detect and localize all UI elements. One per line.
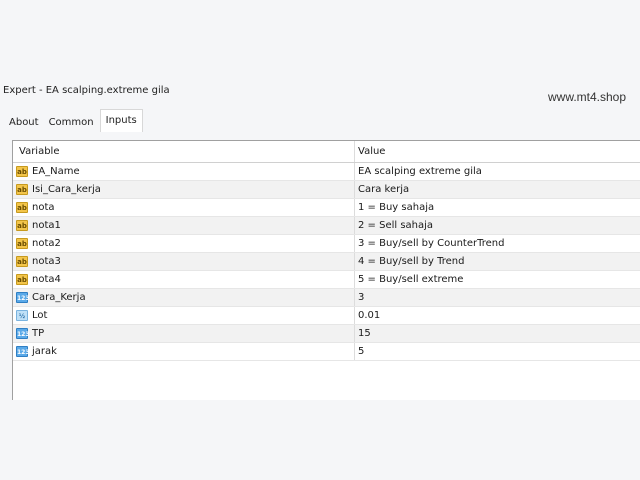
value-cell[interactable]: 5: [354, 343, 640, 360]
value-cell[interactable]: 3: [354, 289, 640, 306]
table-row[interactable]: 123 TP 15: [13, 325, 640, 343]
variable-name: nota3: [32, 256, 61, 267]
variable-name: nota: [32, 202, 55, 213]
text-type-icon: ab: [16, 220, 28, 231]
double-type-icon: ½: [16, 310, 28, 321]
integer-type-icon: 123: [16, 328, 30, 339]
column-header-value[interactable]: Value: [354, 141, 640, 162]
inputs-table: Variable Value ab EA_Name EA scalping ext…: [13, 141, 640, 361]
table-row[interactable]: ab nota1 2 = Sell sahaja: [13, 217, 640, 235]
tab-inputs[interactable]: Inputs: [99, 109, 143, 132]
text-type-icon: ab: [16, 166, 28, 177]
window-title: Expert - EA scalping.extreme gila: [3, 85, 170, 96]
value-cell[interactable]: 5 = Buy/sell extreme: [354, 271, 640, 288]
table-row[interactable]: 123 jarak 5: [13, 343, 640, 361]
variable-name: TP: [32, 328, 45, 339]
table-row[interactable]: ab Isi_Cara_kerja Cara kerja: [13, 181, 640, 199]
variable-name: Isi_Cara_kerja: [32, 184, 101, 195]
table-header: Variable Value: [13, 141, 640, 163]
variable-name: nota4: [32, 274, 61, 285]
variable-name: jarak: [32, 346, 57, 357]
variable-name: EA_Name: [32, 166, 80, 177]
text-type-icon: ab: [16, 184, 28, 195]
value-cell[interactable]: EA scalping extreme gila: [354, 163, 640, 180]
tab-about[interactable]: About: [4, 113, 44, 132]
integer-type-icon: 123: [16, 346, 30, 357]
variable-name: nota2: [32, 238, 61, 249]
value-cell[interactable]: 15: [354, 325, 640, 342]
table-row[interactable]: ab nota3 4 = Buy/sell by Trend: [13, 253, 640, 271]
text-type-icon: ab: [16, 202, 28, 213]
tab-common[interactable]: Common: [44, 113, 99, 132]
table-row[interactable]: 123 Cara_Kerja 3: [13, 289, 640, 307]
value-cell[interactable]: Cara kerja: [354, 181, 640, 198]
table-row[interactable]: ab nota 1 = Buy sahaja: [13, 199, 640, 217]
column-header-variable[interactable]: Variable: [13, 141, 359, 162]
variable-name: Lot: [32, 310, 48, 321]
integer-type-icon: 123: [16, 292, 30, 303]
text-type-icon: ab: [16, 274, 28, 285]
table-row[interactable]: ab EA_Name EA scalping extreme gila: [13, 163, 640, 181]
tab-bar: About Common Inputs: [4, 109, 143, 132]
value-cell[interactable]: 1 = Buy sahaja: [354, 199, 640, 216]
inputs-panel: Variable Value ab EA_Name EA scalping ext…: [12, 140, 640, 400]
table-row[interactable]: ½ Lot 0.01: [13, 307, 640, 325]
watermark: www.mt4.shop: [548, 90, 627, 104]
value-cell[interactable]: 0.01: [354, 307, 640, 324]
variable-name: Cara_Kerja: [32, 292, 86, 303]
table-row[interactable]: ab nota4 5 = Buy/sell extreme: [13, 271, 640, 289]
variable-name: nota1: [32, 220, 61, 231]
value-cell[interactable]: 3 = Buy/sell by CounterTrend: [354, 235, 640, 252]
table-row[interactable]: ab nota2 3 = Buy/sell by CounterTrend: [13, 235, 640, 253]
text-type-icon: ab: [16, 256, 28, 267]
value-cell[interactable]: 4 = Buy/sell by Trend: [354, 253, 640, 270]
value-cell[interactable]: 2 = Sell sahaja: [354, 217, 640, 234]
text-type-icon: ab: [16, 238, 28, 249]
